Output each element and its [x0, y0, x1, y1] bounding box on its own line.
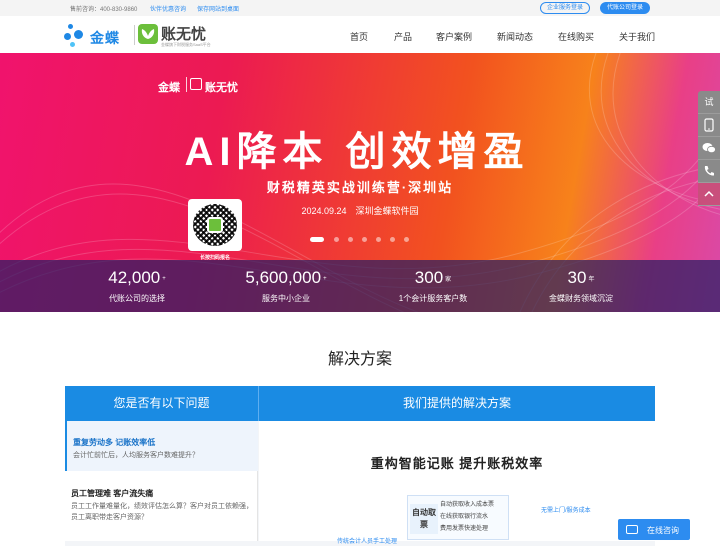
butterfly-icon	[138, 24, 158, 44]
stat-desc: 代账公司的选择	[109, 294, 165, 303]
tab-problems[interactable]: 您是否有以下问题	[65, 386, 258, 421]
nav-home[interactable]: 首页	[350, 30, 368, 43]
wechat-icon[interactable]	[698, 137, 720, 160]
problem-title: 重复劳动多 记账效率低	[73, 438, 156, 447]
top-bar: 售前咨询：400-830-9860 伙伴优惠咨询 保存网站到桌面 企业服务登录 …	[0, 0, 720, 16]
solution-heading: 重构智能记账 提升账税效率	[370, 456, 544, 471]
carousel-dot[interactable]	[310, 237, 324, 242]
list-item[interactable]: 重复劳动多 记账效率低 会计忙前忙后，人均服务客户数难提升？	[65, 421, 258, 471]
nav-news[interactable]: 新闻动态	[497, 30, 533, 43]
hero-banner[interactable]: 金蝶 账无忧 AI降本 创效增盈 财税精英实战训练营·深圳站 2024.09.2…	[0, 53, 720, 312]
stat-unit: 年	[588, 277, 595, 284]
banner-butterfly-icon	[190, 78, 202, 90]
flow-key: 自动取票	[410, 504, 438, 534]
carousel-dot[interactable]	[404, 237, 409, 242]
stats-bar: 42,000 + 代账公司的选择 5,600,000 + 服务中小企业 300 家 1…	[0, 260, 720, 312]
stat-number: 30	[567, 268, 587, 287]
mobile-icon[interactable]	[698, 114, 720, 137]
auto-invoice-card: 自动取票 自动获取收入成本票 在线获取银行流水 费用发票快速处理	[407, 495, 509, 540]
problem-list: 重复劳动多 记账效率低 会计忙前忙后，人均服务客户数难提升？ 员工管理难 客户流…	[65, 421, 258, 541]
flow-line: 自动获取收入成本票	[440, 502, 495, 508]
carousel-dot[interactable]	[334, 237, 339, 242]
agent-login-button[interactable]: 代账公司登录	[600, 2, 650, 14]
problem-desc: 会计忙前忙后，人均服务客户数难提升？	[73, 452, 199, 459]
flow-lines: 自动获取收入成本票 在线获取银行流水 费用发票快速处理	[440, 499, 510, 535]
stat-unit: +	[323, 275, 327, 282]
logo-slogan: 金蝶旗下财税服务SaaS平台	[161, 42, 211, 47]
nav-buy[interactable]: 在线购买	[558, 30, 594, 43]
trial-label: 试	[704, 97, 714, 107]
stat-number: 5,600,000	[245, 268, 322, 287]
banner-headline: AI降本 创效增盈	[184, 130, 530, 174]
problem-desc: 员工工作量难量化，绩效评估怎么算？客户对员工依赖强，员工离职带走客户资源？	[71, 503, 253, 521]
stat-number: 300	[414, 268, 444, 287]
stat-number: 42,000	[108, 268, 161, 287]
logo-zwy: 账无忧	[161, 26, 207, 43]
stat-desc: 1个会计服务客户数	[398, 294, 468, 303]
stat-item: 300 家 1个会计服务客户数	[373, 260, 493, 312]
site-header: 金蝶 账无忧 金蝶旗下财税服务SaaS平台 首页 产品 客户案例 新闻动态 在线…	[0, 16, 720, 53]
online-chat-button[interactable]: 在线咨询	[618, 519, 690, 540]
chat-icon	[626, 525, 638, 534]
flow-line: 在线获取银行流水	[440, 514, 489, 520]
tab-solutions[interactable]: 我们提供的解决方案	[258, 386, 655, 421]
banner-date: 2024.09.24 深圳金蝶软件园	[301, 206, 419, 216]
stat-item: 5,600,000 + 服务中小企业	[226, 260, 346, 312]
flow-line: 费用发票快速处理	[440, 526, 489, 532]
chat-label: 在线咨询	[647, 526, 679, 535]
back-to-top-icon[interactable]	[698, 183, 720, 206]
trial-button[interactable]: 试	[698, 91, 720, 114]
solution-detail: 重构智能记账 提升账税效率 自动取票 自动获取收入成本票 在线获取银行流水 费用…	[259, 421, 655, 545]
banner-logo-divider	[186, 77, 187, 92]
stat-item: 30 年 金蝶财务领域沉淀	[521, 260, 641, 312]
carousel-dot[interactable]	[362, 237, 367, 242]
banner-logo-jindie: 金蝶	[158, 82, 180, 94]
partner-link[interactable]: 伙伴优惠咨询	[150, 4, 186, 13]
site-logo[interactable]: 金蝶 账无忧 金蝶旗下财税服务SaaS平台	[64, 22, 224, 48]
logo-divider	[134, 25, 135, 45]
phone-icon[interactable]	[698, 160, 720, 183]
qr-code-icon	[188, 199, 242, 251]
problem-title: 员工管理难 客户流失痛	[71, 489, 154, 498]
nav-cases[interactable]: 客户案例	[436, 30, 472, 43]
flow-hint-2: 传统会计人员手工处理	[337, 539, 398, 545]
nav-products[interactable]: 产品	[394, 30, 412, 43]
stat-desc: 服务中小企业	[262, 294, 310, 303]
hotline-text: 售前咨询：400-830-9860	[70, 7, 138, 13]
save-desktop-link[interactable]: 保存网站到桌面	[197, 4, 239, 13]
enterprise-login-button[interactable]: 企业服务登录	[540, 2, 590, 14]
banner-logo-zwy: 账无忧	[205, 82, 238, 94]
stat-desc: 金蝶财务领域沉淀	[549, 294, 613, 303]
logo-jindie: 金蝶	[90, 30, 120, 46]
flow-hint: 无需上门/服务成本	[541, 508, 591, 514]
carousel-dot[interactable]	[348, 237, 353, 242]
banner-subtitle: 财税精英实战训练营·深圳站	[266, 180, 454, 195]
carousel-dot[interactable]	[390, 237, 395, 242]
carousel-dot[interactable]	[376, 237, 381, 242]
stat-unit: 家	[445, 277, 452, 284]
solutions-title: 解决方案	[327, 351, 392, 368]
stat-item: 42,000 + 代账公司的选择	[77, 260, 197, 312]
stat-unit: +	[162, 275, 166, 282]
nav-about[interactable]: 关于我们	[619, 30, 655, 43]
